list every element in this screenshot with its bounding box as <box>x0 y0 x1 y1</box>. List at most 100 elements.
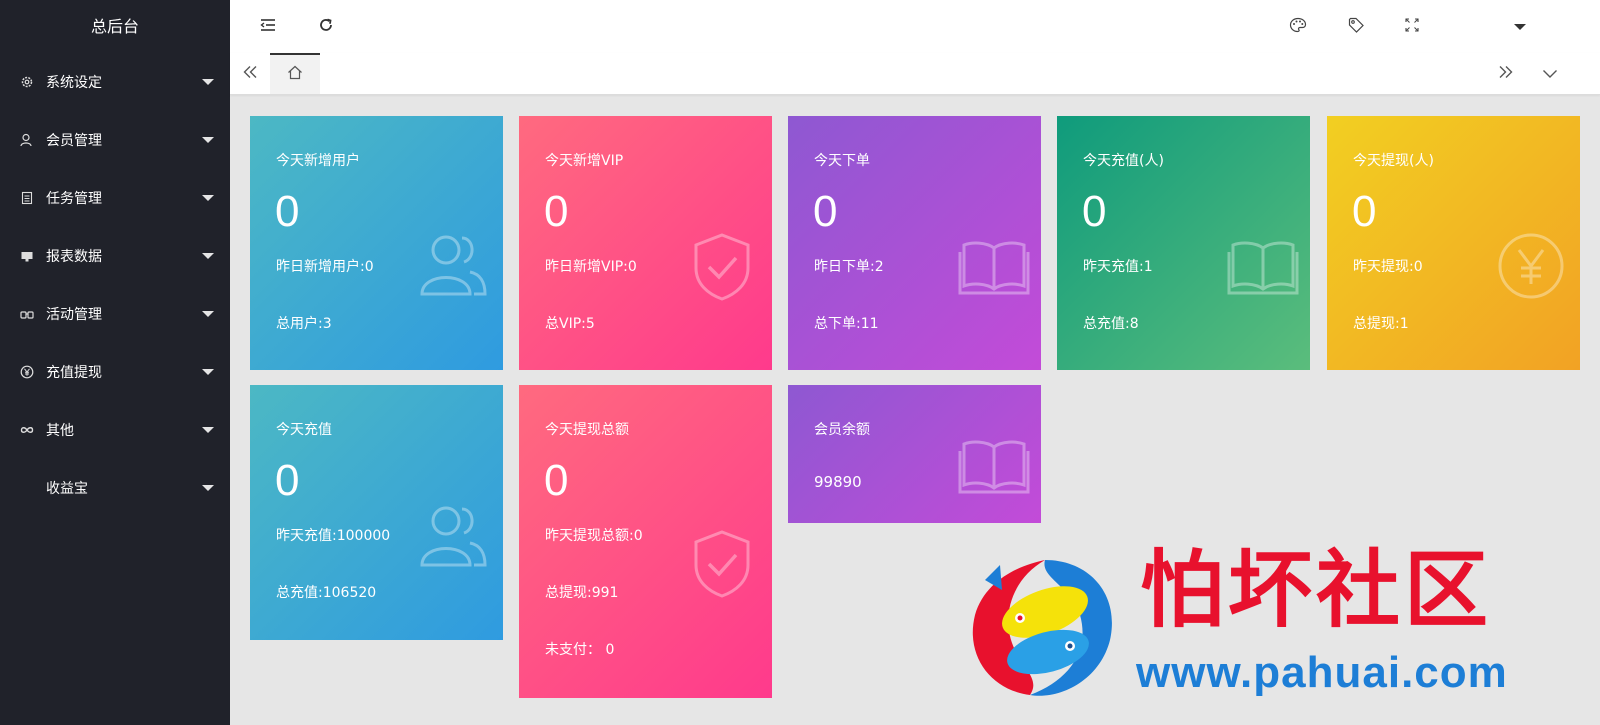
card-yesterday: 昨日新增VIP:0 <box>545 259 637 275</box>
card-yesterday: 昨天提现总额:0 <box>545 528 643 544</box>
card-yesterday: 昨天充值:1 <box>1083 259 1153 275</box>
card-title: 今天提现总额 <box>545 422 629 438</box>
tabs-scroll-left-button[interactable] <box>230 53 270 93</box>
sidebar-item-member-management[interactable]: 会员管理 <box>0 111 230 169</box>
report-icon <box>20 249 34 263</box>
sidebar-item-label: 会员管理 <box>46 133 102 149</box>
users-icon <box>418 232 488 302</box>
blank-icon <box>20 481 34 495</box>
book-icon <box>1227 240 1299 300</box>
chevron-down-icon <box>202 253 214 259</box>
card-total: 总提现:1 <box>1353 316 1409 332</box>
home-icon <box>287 65 303 84</box>
sidebar-item-label: 充值提现 <box>46 365 102 381</box>
sidebar-item-label: 其他 <box>46 423 74 439</box>
card-yesterday: 昨日下单:2 <box>814 259 884 275</box>
chevron-down-icon <box>1542 63 1558 84</box>
watermark: 怕坏社区 www.pahuai.com <box>960 540 1600 725</box>
card-unpaid: 未支付： 0 <box>545 642 615 658</box>
tab-home[interactable] <box>270 53 320 94</box>
refresh-icon <box>318 17 334 37</box>
sidebar-item-label: 任务管理 <box>46 191 102 207</box>
book-icon <box>958 439 1030 499</box>
sidebar-item-label: 系统设定 <box>46 75 102 91</box>
sidebar-item-task-management[interactable]: 任务管理 <box>0 169 230 227</box>
gear-icon <box>20 75 34 89</box>
card-value: 99890 <box>814 473 862 491</box>
user-menu-dropdown[interactable] <box>1498 0 1542 53</box>
card-value: 0 <box>1352 187 1377 236</box>
top-header <box>230 0 1600 53</box>
card-value: 0 <box>1082 187 1107 236</box>
tabs-scroll-right-button[interactable] <box>1486 53 1526 93</box>
sidebar-item-other[interactable]: 其他 <box>0 401 230 459</box>
book-icon <box>958 240 1030 300</box>
sidebar-item-report-data[interactable]: 报表数据 <box>0 227 230 285</box>
chevron-down-icon <box>202 427 214 433</box>
card-value: 0 <box>544 456 569 505</box>
card-title: 今天新增VIP <box>545 153 624 169</box>
sidebar-item-label: 报表数据 <box>46 249 102 265</box>
shield-check-icon <box>692 529 752 603</box>
chevron-down-icon <box>202 195 214 201</box>
palette-icon <box>1289 17 1307 37</box>
sidebar: 总后台 系统设定 会员管理 任务管理 报表数据 活动管理 充值提现 其他 收益宝 <box>0 0 230 725</box>
stat-card-withdraw-people[interactable]: 今天提现(人) 0 昨天提现:0 总提现:1 <box>1327 116 1580 370</box>
users-icon <box>418 503 488 573</box>
shield-check-icon <box>692 232 752 306</box>
yen-icon <box>20 365 34 379</box>
notes-button[interactable] <box>1334 0 1378 53</box>
tabs-menu-button[interactable] <box>1530 53 1570 93</box>
stat-card-recharge-amount[interactable]: 今天充值 0 昨天充值:100000 总充值:106520 <box>250 385 503 640</box>
binoculars-icon <box>20 307 34 321</box>
infinity-icon <box>20 423 34 437</box>
chevron-down-icon <box>202 369 214 375</box>
watermark-title: 怕坏社区 <box>1140 540 1493 639</box>
card-yesterday: 昨日新增用户:0 <box>276 259 374 275</box>
card-title: 今天充值(人) <box>1083 153 1164 169</box>
card-value: 0 <box>275 187 300 236</box>
sidebar-item-yield-treasure[interactable]: 收益宝 <box>0 459 230 517</box>
chevron-down-icon <box>202 311 214 317</box>
card-total: 总用户:3 <box>276 316 332 332</box>
sidebar-item-recharge-withdraw[interactable]: 充值提现 <box>0 343 230 401</box>
card-total: 总充值:8 <box>1083 316 1139 332</box>
card-value: 0 <box>813 187 838 236</box>
card-title: 今天充值 <box>276 422 332 438</box>
card-value: 0 <box>544 187 569 236</box>
sidebar-item-label: 收益宝 <box>46 481 88 497</box>
sidebar-item-system-settings[interactable]: 系统设定 <box>0 53 230 111</box>
yen-circle-icon <box>1497 232 1565 304</box>
fullscreen-button[interactable] <box>1390 0 1434 53</box>
card-total: 总充值:106520 <box>276 585 377 601</box>
theme-button[interactable] <box>1276 0 1320 53</box>
tab-bar <box>230 53 1600 95</box>
chevron-down-icon <box>202 485 214 491</box>
sidebar-item-label: 活动管理 <box>46 307 102 323</box>
watermark-logo <box>960 550 1130 714</box>
card-title: 今天新增用户 <box>276 153 360 169</box>
stat-card-recharge-people[interactable]: 今天充值(人) 0 昨天充值:1 总充值:8 <box>1057 116 1310 370</box>
sidebar-item-activity-management[interactable]: 活动管理 <box>0 285 230 343</box>
dropdown-caret-icon <box>1514 23 1526 30</box>
chevron-down-icon <box>202 137 214 143</box>
card-total: 总VIP:5 <box>545 316 595 332</box>
card-title: 会员余额 <box>814 422 870 438</box>
card-total: 总提现:991 <box>545 585 619 601</box>
double-chevron-left-icon <box>242 63 258 84</box>
fullscreen-icon <box>1405 17 1419 36</box>
refresh-button[interactable] <box>304 0 348 53</box>
tag-icon <box>1348 17 1364 37</box>
card-yesterday: 昨天充值:100000 <box>276 528 391 544</box>
sidebar-title: 总后台 <box>90 17 139 36</box>
stat-card-new-vip[interactable]: 今天新增VIP 0 昨日新增VIP:0 总VIP:5 <box>519 116 772 370</box>
stat-card-orders[interactable]: 今天下单 0 昨日下单:2 总下单:11 <box>788 116 1041 370</box>
menu-collapse-icon <box>260 17 276 36</box>
menu-collapse-button[interactable] <box>246 0 290 53</box>
stat-card-withdraw-amount[interactable]: 今天提现总额 0 昨天提现总额:0 总提现:991 未支付： 0 <box>519 385 772 698</box>
stat-card-member-balance[interactable]: 会员余额 99890 <box>788 385 1041 523</box>
user-icon <box>20 133 34 147</box>
chevron-down-icon <box>202 79 214 85</box>
stat-card-new-users[interactable]: 今天新增用户 0 昨日新增用户:0 总用户:3 <box>250 116 503 370</box>
card-title: 今天下单 <box>814 153 870 169</box>
